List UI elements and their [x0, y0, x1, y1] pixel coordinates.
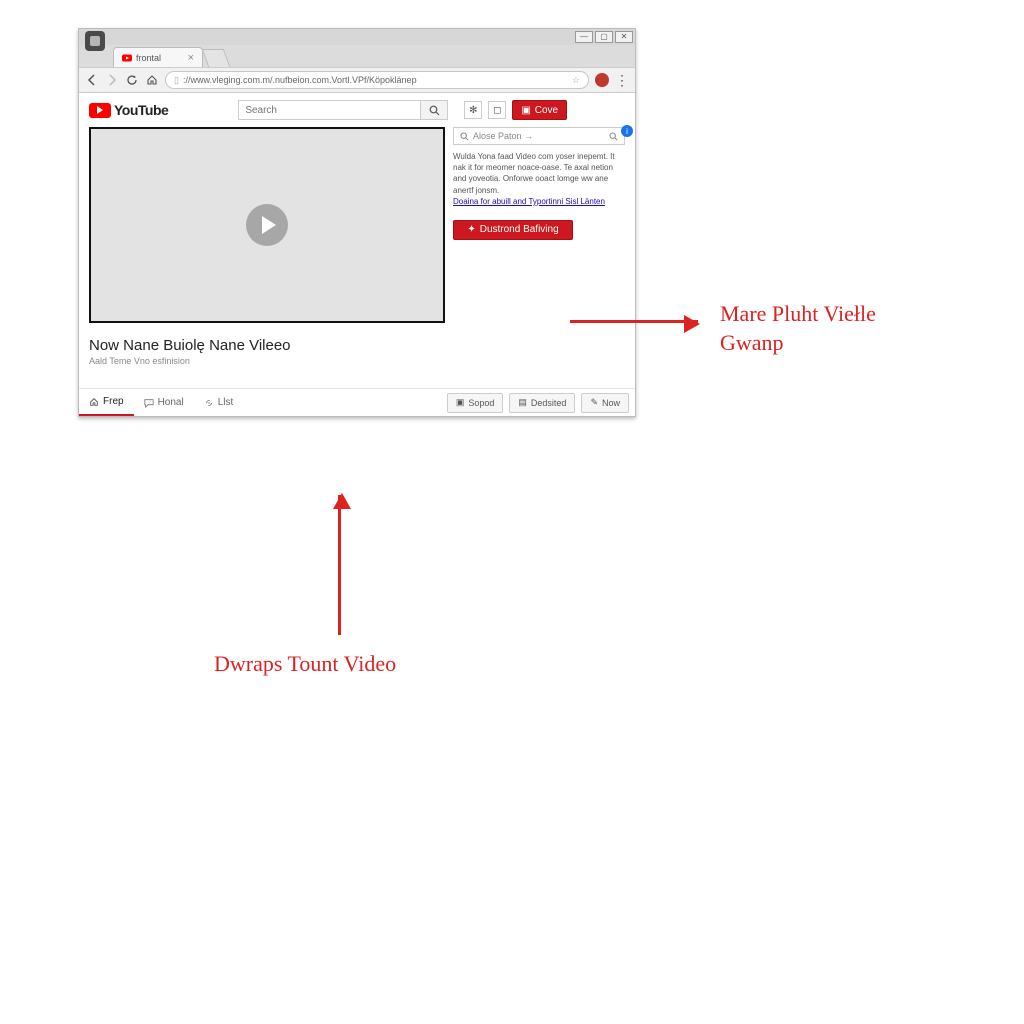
titlebar: — ▢ ✕: [79, 29, 635, 45]
page-content: YouTube ✻ ◻ ▣ Cove: [79, 93, 635, 416]
search-box: [238, 100, 448, 120]
plus-icon: ✦: [467, 224, 475, 235]
search-icon: [429, 105, 440, 116]
dedsited-button[interactable]: ▤ Dedsited: [509, 393, 575, 413]
new-tab-button[interactable]: [202, 49, 231, 67]
now-button[interactable]: ✎ Now: [581, 393, 629, 413]
camera-icon: ▣: [521, 105, 530, 116]
player-column: Now Nane Buiolę Nane Vileeo Aald Teme Vn…: [89, 127, 445, 366]
youtube-favicon: [122, 53, 132, 63]
video-tabs: Frep Honal Llst ▣ Sopod ▤ Dedsited ✎ Now: [79, 388, 635, 416]
back-button[interactable]: [85, 73, 99, 87]
url-field[interactable]: ▯ ://www.vleging.com.m/.nufbeion.com.Vor…: [165, 71, 589, 89]
extension-icon[interactable]: [595, 73, 609, 87]
annotation-bottom: Dwraps Tount Video: [214, 650, 396, 679]
annotation-right-line2: Gwanp: [720, 330, 784, 355]
annotation-right: Mare Pluht Viełle Gwanp: [720, 300, 920, 357]
youtube-wordmark: YouTube: [114, 102, 168, 118]
side-column: i Alose Paton → Wulda Yona faad Video co…: [453, 127, 625, 366]
side-button-label: Dustrond Bafiving: [480, 224, 559, 235]
badge-icon: ▤: [518, 397, 527, 408]
side-search-box[interactable]: Alose Paton →: [453, 127, 625, 145]
tab-frep[interactable]: Frep: [79, 389, 134, 416]
browser-window: — ▢ ✕ frontal × ▯ ://www.vleging.com.m/.…: [78, 28, 636, 417]
play-button[interactable]: [246, 204, 288, 246]
youtube-header: YouTube ✻ ◻ ▣ Cove: [79, 93, 635, 127]
tab-label: Honal: [158, 397, 184, 408]
link-icon: [204, 398, 214, 408]
url-text: ://www.vleging.com.m/.nufbeion.com.Vortl…: [183, 75, 417, 85]
search-icon: [460, 132, 469, 141]
video-title: Now Nane Buiolę Nane Vileeo: [89, 337, 445, 354]
window-app-icon: [85, 31, 105, 51]
tab-list[interactable]: Llst: [194, 389, 244, 416]
youtube-logo-icon: [89, 103, 111, 118]
button-label: Dedsited: [531, 398, 567, 408]
cove-label: Cove: [535, 105, 558, 116]
close-window-button[interactable]: ✕: [615, 31, 633, 43]
page-icon: ▯: [174, 75, 179, 86]
sopod-button[interactable]: ▣ Sopod: [447, 393, 504, 413]
browser-tab[interactable]: frontal ×: [113, 47, 203, 67]
search-input[interactable]: [238, 100, 420, 120]
tab-label: Frep: [103, 396, 124, 407]
header-icons: ✻ ◻ ▣ Cove: [464, 100, 567, 120]
button-label: Now: [602, 398, 620, 408]
side-link[interactable]: Doaina for abuill and Typortinni Sisl Lä…: [453, 197, 605, 206]
tab-label: Llst: [218, 397, 234, 408]
cove-button[interactable]: ▣ Cove: [512, 100, 567, 120]
tab-honal[interactable]: Honal: [134, 389, 194, 416]
search-button[interactable]: [420, 100, 448, 120]
address-bar: ▯ ://www.vleging.com.m/.nufbeion.com.Vor…: [79, 67, 635, 93]
annotation-arrow-up: [338, 495, 341, 635]
info-badge-icon[interactable]: i: [621, 125, 633, 137]
side-description: Wulda Yona faad Video com yoser inepemt.…: [453, 151, 625, 196]
video-player[interactable]: [89, 127, 445, 323]
button-label: Sopod: [468, 398, 494, 408]
tab-label: frontal: [136, 53, 161, 63]
comment-icon: [144, 398, 154, 408]
maximize-button[interactable]: ▢: [595, 31, 613, 43]
home-icon: [89, 397, 99, 407]
reload-button[interactable]: [125, 73, 139, 87]
search-icon: [609, 132, 618, 141]
browser-menu-icon[interactable]: ⋮: [615, 72, 629, 89]
pencil-icon: ✎: [590, 397, 598, 408]
bookmark-star-icon[interactable]: ☆: [572, 75, 580, 86]
grid-icon: ▣: [456, 397, 465, 408]
tab-close-icon[interactable]: ×: [188, 52, 194, 64]
annotation-right-line1: Mare Pluht Viełle: [720, 301, 876, 326]
forward-button[interactable]: [105, 73, 119, 87]
minimize-button[interactable]: —: [575, 31, 593, 43]
annotation-arrow-right: [570, 320, 698, 323]
youtube-logo[interactable]: YouTube: [89, 102, 168, 118]
side-search-placeholder: Alose Paton →: [473, 131, 533, 141]
video-subtitle: Aald Teme Vno esfinision: [89, 356, 445, 366]
notifications-icon[interactable]: ◻: [488, 101, 506, 119]
youtube-body: Now Nane Buiolę Nane Vileeo Aald Teme Vn…: [79, 127, 635, 374]
apps-icon[interactable]: ✻: [464, 101, 482, 119]
side-action-button[interactable]: ✦ Dustrond Bafiving: [453, 220, 573, 240]
home-button[interactable]: [145, 73, 159, 87]
tab-strip: frontal ×: [79, 45, 635, 67]
